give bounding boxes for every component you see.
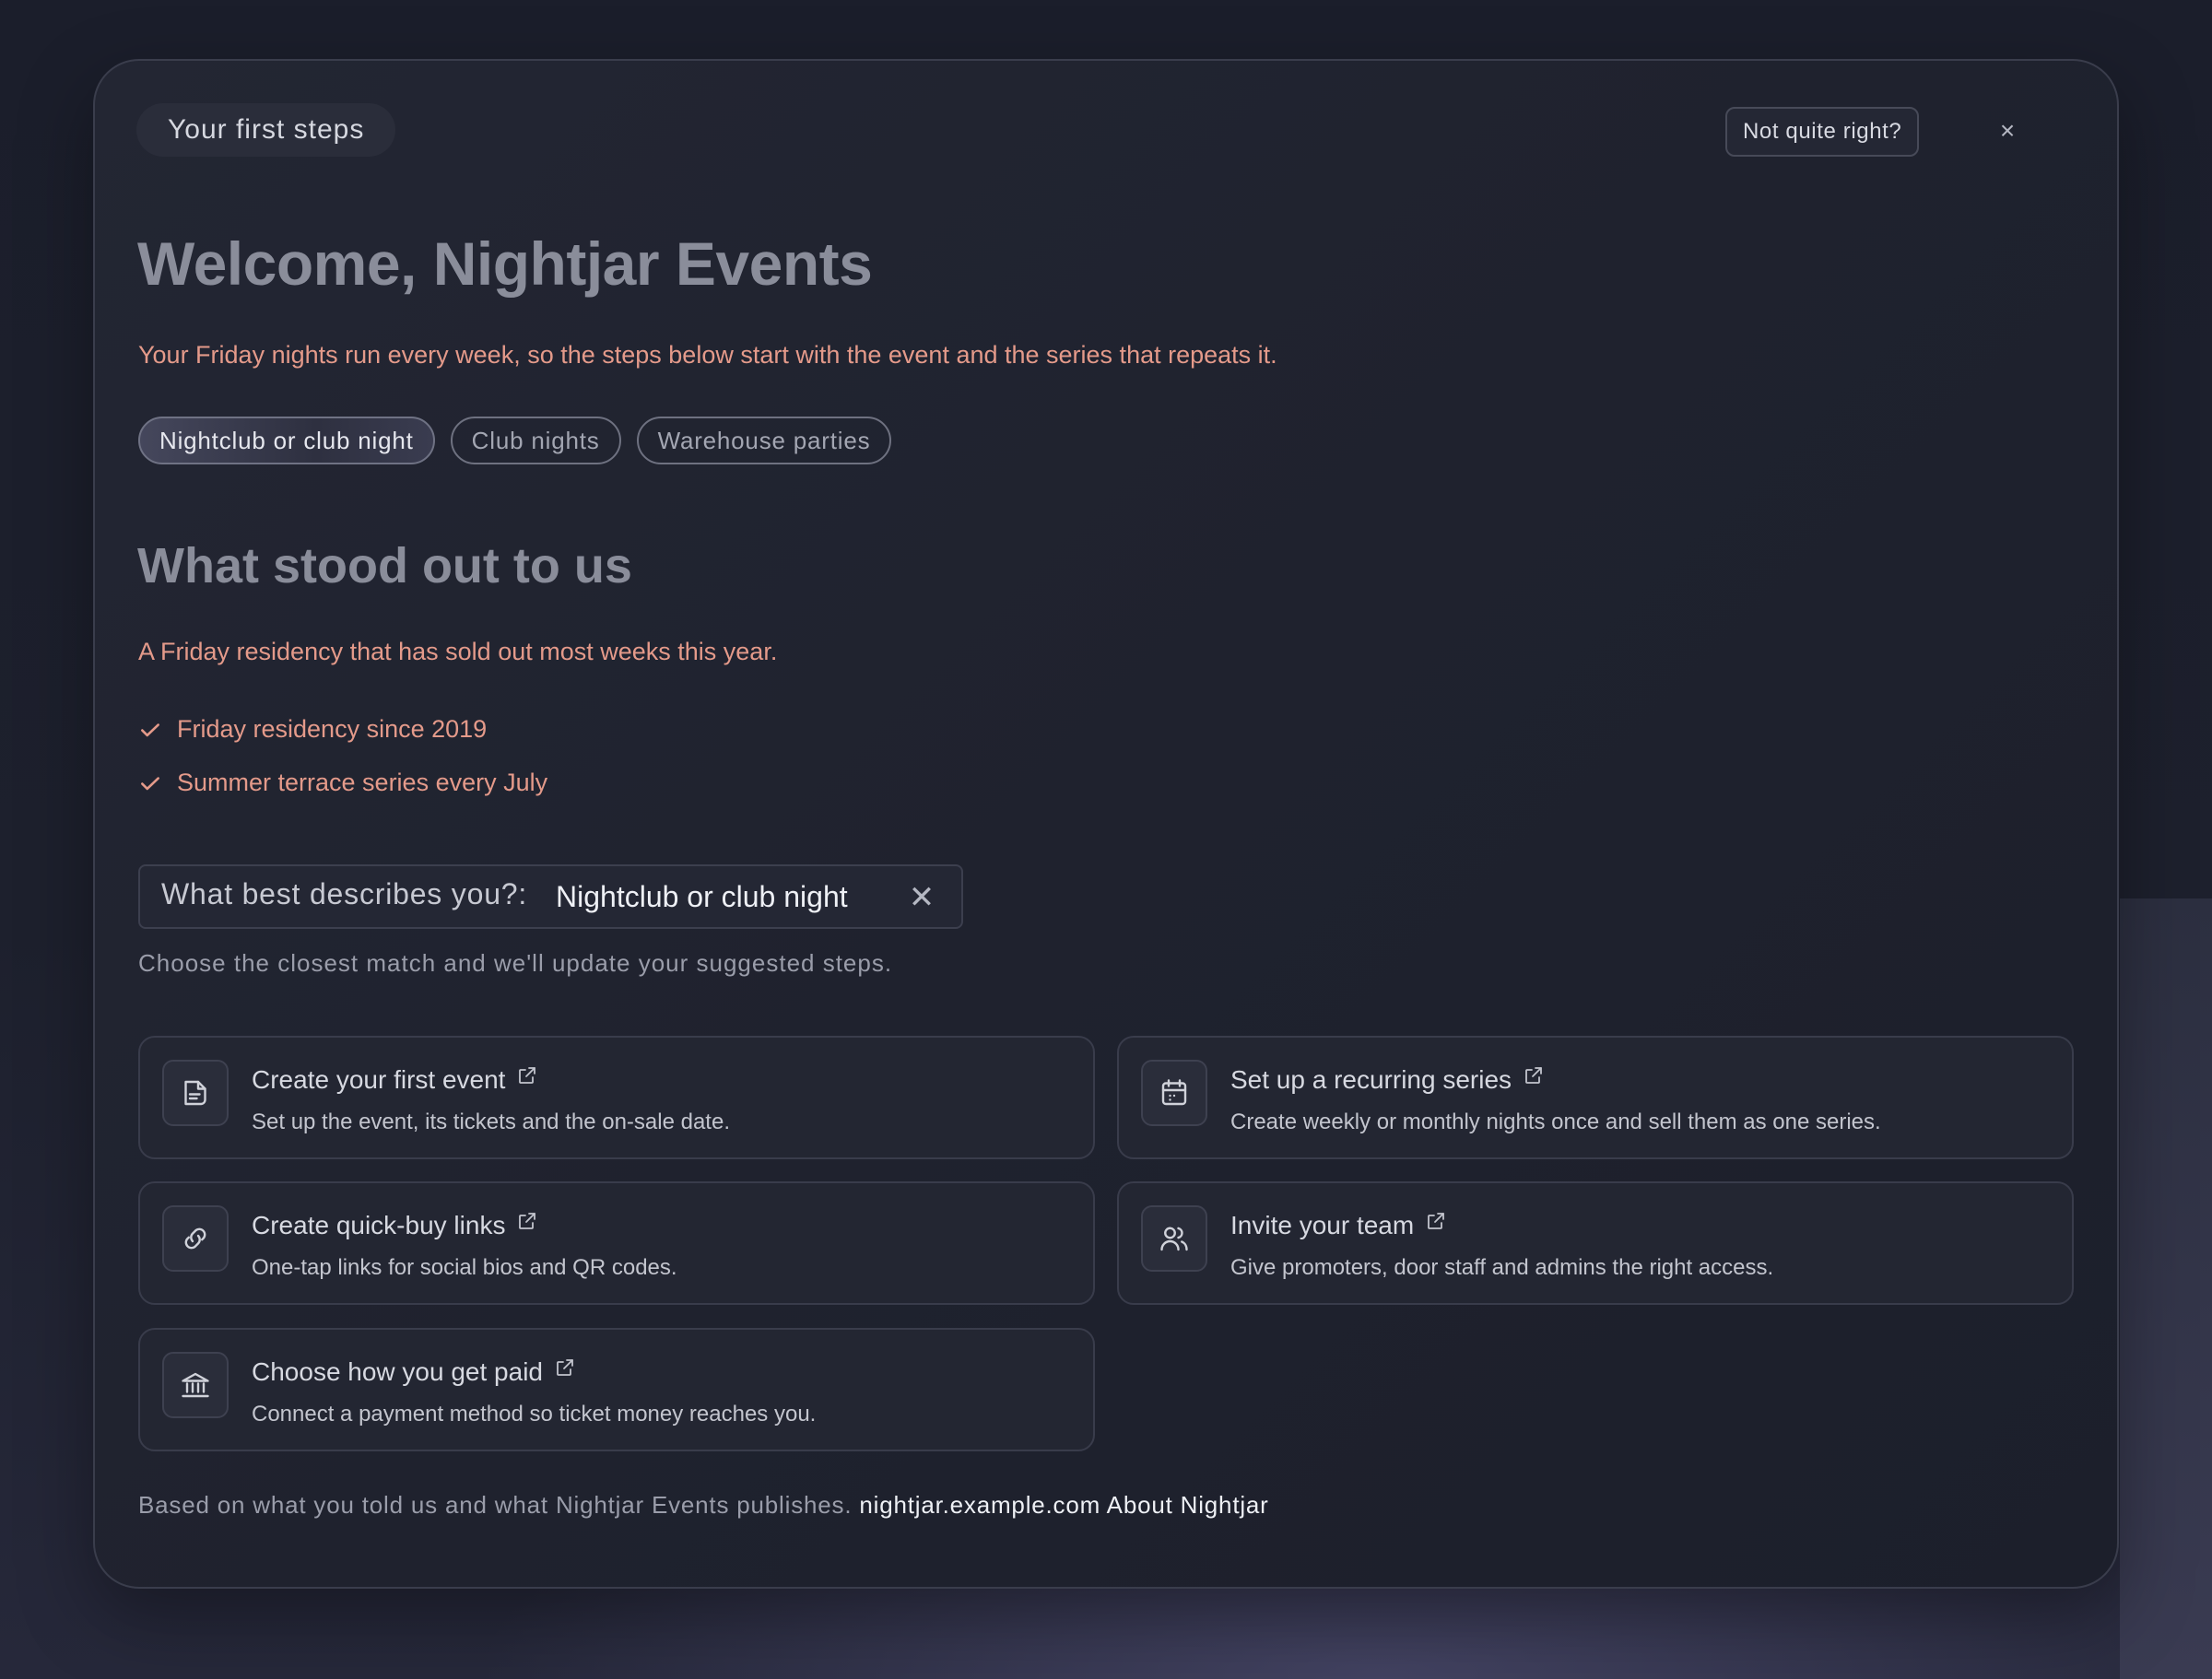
about-link[interactable]: About Nightjar bbox=[1107, 1491, 1269, 1519]
external-link-icon bbox=[1428, 1213, 1445, 1229]
external-link-icon bbox=[557, 1359, 573, 1376]
footer-text: Based on what you told us and what Night… bbox=[138, 1491, 853, 1519]
clear-icon: ✕ bbox=[908, 880, 935, 915]
describe-value[interactable]: Nightclub or club night bbox=[556, 880, 848, 914]
external-link-icon bbox=[1525, 1067, 1542, 1084]
category-tags: Nightclub or club night Club nights Ware… bbox=[138, 417, 892, 464]
task-desc: Give promoters, door staff and admins th… bbox=[1230, 1255, 1774, 1280]
site-link[interactable]: nightjar.example.com bbox=[859, 1491, 1100, 1519]
steps-pill: Your first steps bbox=[136, 103, 396, 157]
task-desc: Create weekly or monthly nights once and… bbox=[1230, 1110, 1881, 1134]
task-invite-team[interactable]: Invite your team Give promoters, door st… bbox=[1117, 1181, 2074, 1305]
highlight-text: Friday residency since 2019 bbox=[177, 715, 488, 743]
bank-icon bbox=[162, 1352, 229, 1418]
task-desc: Connect a payment method so ticket money… bbox=[252, 1402, 817, 1427]
stood-out-title: What stood out to us bbox=[137, 538, 632, 593]
task-desc: Set up the event, its tickets and the on… bbox=[252, 1110, 730, 1134]
highlight-item: Friday residency since 2019 bbox=[138, 715, 487, 744]
external-link-icon bbox=[519, 1213, 536, 1229]
task-title: Invite your team bbox=[1230, 1211, 1447, 1240]
clear-selection-button[interactable]: ✕ bbox=[905, 879, 938, 916]
task-recurring-series[interactable]: Set up a recurring series Create weekly … bbox=[1117, 1036, 2074, 1159]
users-icon bbox=[1141, 1205, 1207, 1272]
welcome-title: Welcome, Nightjar Events bbox=[137, 229, 873, 298]
describe-label: What best describes you?: bbox=[161, 877, 528, 910]
close-icon: × bbox=[1999, 116, 2016, 145]
welcome-intro: Your Friday nights run every week, so th… bbox=[138, 341, 1277, 369]
tag-club-nights[interactable]: Club nights bbox=[450, 417, 621, 464]
document-icon bbox=[162, 1060, 229, 1126]
task-desc: One-tap links for social bios and QR cod… bbox=[252, 1255, 677, 1280]
task-title: Choose how you get paid bbox=[252, 1357, 576, 1387]
task-get-paid[interactable]: Choose how you get paid Connect a paymen… bbox=[138, 1328, 1095, 1451]
calendar-icon bbox=[1141, 1060, 1207, 1126]
task-title: Create quick-buy links bbox=[252, 1211, 538, 1240]
background-decoration bbox=[2120, 898, 2212, 1679]
not-quite-right-button[interactable]: Not quite right? bbox=[1725, 107, 1920, 157]
external-link-icon bbox=[519, 1067, 536, 1084]
task-quick-buy-links[interactable]: Create quick-buy links One-tap links for… bbox=[138, 1181, 1095, 1305]
task-title: Set up a recurring series bbox=[1230, 1065, 1545, 1095]
link-icon bbox=[162, 1205, 229, 1272]
close-panel-button[interactable]: × bbox=[1991, 111, 2024, 151]
stood-out-summary: A Friday residency that has sold out mos… bbox=[138, 638, 778, 665]
task-title: Create your first event bbox=[252, 1065, 538, 1095]
footer-note: Based on what you told us and what Night… bbox=[138, 1491, 1269, 1520]
highlight-text: Summer terrace series every July bbox=[177, 769, 548, 796]
tag-nightclub[interactable]: Nightclub or club night bbox=[138, 417, 435, 464]
task-create-event[interactable]: Create your first event Set up the event… bbox=[138, 1036, 1095, 1159]
check-icon bbox=[141, 776, 159, 790]
check-icon bbox=[141, 722, 159, 736]
describe-help: Choose the closest match and we'll updat… bbox=[138, 949, 893, 977]
highlight-item: Summer terrace series every July bbox=[138, 769, 547, 797]
tag-warehouse-parties[interactable]: Warehouse parties bbox=[636, 417, 892, 464]
